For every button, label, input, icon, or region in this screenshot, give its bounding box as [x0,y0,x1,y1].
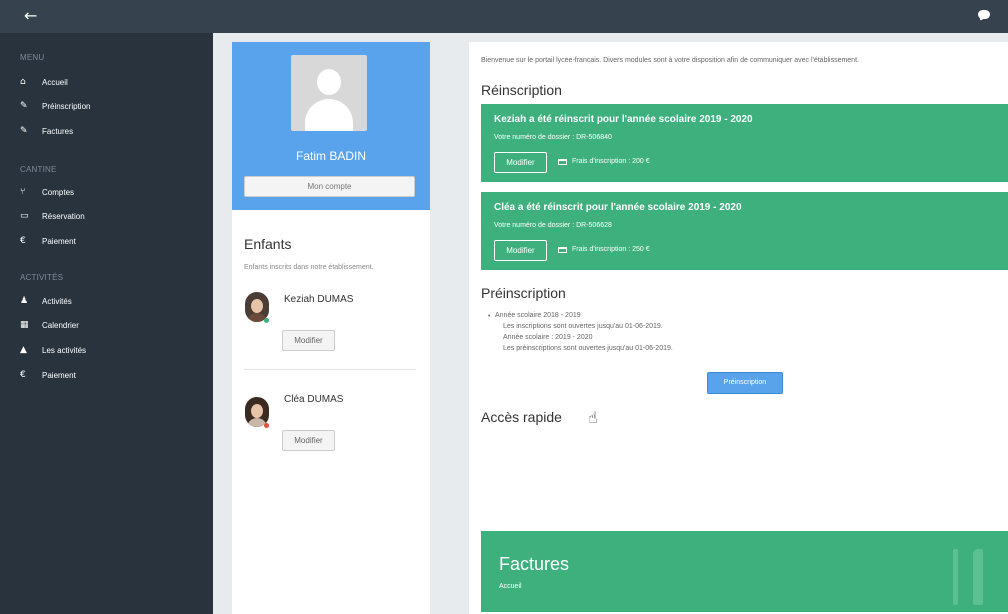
edit-reinscription-button[interactable]: Modifier [494,240,547,261]
card-icon: ▭ [20,211,29,221]
tile-subtitle: Accueil [499,583,522,590]
fee-text: Frais d'inscription : 250 € [572,246,650,253]
user-avatar-icon [291,55,367,131]
card-title: Keziah a été réinscrit pour l'année scol… [494,114,753,125]
back-arrow-icon[interactable]: ← [24,6,37,26]
sidebar-item-label: Les activités [42,345,87,355]
sidebar-item-label: Paiement [42,370,76,380]
chat-icon[interactable] [978,10,990,20]
sidebar-item-label: Comptes [42,187,75,197]
divider [244,369,416,370]
reinscription-card: Cléa a été réinscrit pour l'année scolai… [481,192,1008,270]
sidebar-item-reservation[interactable]: ▭ Réservation [20,208,200,224]
fork-icon [953,549,958,605]
children-subtitle: Enfants inscrits dans notre établissemen… [244,264,374,271]
welcome-text: Bienvenue sur le portail lycee-francais.… [481,57,859,64]
sidebar-item-paiement-activites[interactable]: € Paiement [20,367,200,383]
reinscription-card: Keziah a été réinscrit pour l'année scol… [481,104,1008,182]
edit-child-button[interactable]: Modifier [282,430,335,451]
top-bar: ← [0,0,1008,33]
profile-name: Fatim BADIN [295,149,366,163]
dossier-number: Votre numéro de dossier : DR-506628 [494,222,612,229]
sidebar-item-label: Réservation [42,211,85,221]
sidebar-item-factures[interactable]: ✎ Factures [20,123,200,139]
sidebar-item-label: Activités [42,296,72,306]
bullet-icon: • [488,313,491,320]
edit-child-button[interactable]: Modifier [282,330,335,351]
edit-reinscription-button[interactable]: Modifier [494,152,547,173]
reinscription-title: Réinscription [481,82,562,98]
list-item: Année scolaire 2018 - 2019 [495,312,581,319]
sidebar-item-preinscription[interactable]: ✎ Préinscription [20,98,200,114]
child-name: Keziah DUMAS [284,294,354,305]
sidebar-item-activites[interactable]: ♟ Activités [20,293,200,309]
fee-text: Frais d'inscription : 200 € [572,158,650,165]
credit-card-icon [558,158,567,165]
preinscription-title: Préinscription [481,285,566,301]
sidebar-item-label: Paiement [42,236,76,246]
sidebar-section-activites: ACTIVITÉS [20,273,64,282]
activities-list-icon: ▲ [20,345,27,355]
child-name: Cléa DUMAS [284,394,344,405]
sidebar-section-cantine: CANTINE [20,165,57,174]
card-title: Cléa a été réinscrit pour l'année scolai… [494,202,742,213]
quick-access-title: Accès rapide [481,409,562,425]
cutlery-icon: ⑂ [20,187,26,197]
euro-icon: € [20,236,26,246]
sidebar-item-calendrier[interactable]: ▦ Calendrier [20,317,200,333]
home-icon: ⌂ [20,77,26,87]
preinscription-list: • Année scolaire 2018 - 2019 Les inscript… [488,310,673,354]
list-item: Les inscriptions sont ouvertes jusqu'au … [503,323,663,330]
list-item: Les préinscriptions sont ouvertes jusqu'… [503,345,673,352]
tile-title: Factures [499,554,570,574]
hand-cursor-icon: ☝ [588,408,598,427]
list-item: Année scolaire : 2019 - 2020 [503,334,593,341]
activity-icon: ♟ [20,296,29,306]
sidebar-item-label: Accueil [42,77,68,87]
sidebar-section-menu: MENU [20,53,45,62]
sidebar-item-les-activites[interactable]: ▲ Les activités [20,342,200,358]
factures-tile[interactable]: Factures Accueil [481,531,1008,612]
my-account-button[interactable]: Mon compte [244,176,415,197]
child-status-dot [264,318,269,323]
sidebar-item-label: Préinscription [42,101,91,111]
pencil-icon: ✎ [20,101,28,111]
credit-card-icon [558,246,567,253]
preinscription-button[interactable]: Préinscription [707,372,783,394]
sidebar-item-paiement-cantine[interactable]: € Paiement [20,233,200,249]
sidebar-item-accueil[interactable]: ⌂ Accueil [20,74,200,90]
fee-info: Frais d'inscription : 250 € [558,246,650,253]
child-status-dot [264,423,269,428]
pencil-icon: ✎ [20,126,28,136]
sidebar-item-comptes[interactable]: ⑂ Comptes [20,184,200,200]
children-title: Enfants [244,236,292,252]
fee-info: Frais d'inscription : 200 € [558,158,650,165]
sidebar-item-label: Calendrier [42,320,79,330]
sidebar-item-label: Factures [42,126,74,136]
euro-icon: € [20,370,26,380]
calendar-icon: ▦ [20,320,29,330]
dossier-number: Votre numéro de dossier : DR-506840 [494,134,612,141]
knife-icon [973,549,983,605]
